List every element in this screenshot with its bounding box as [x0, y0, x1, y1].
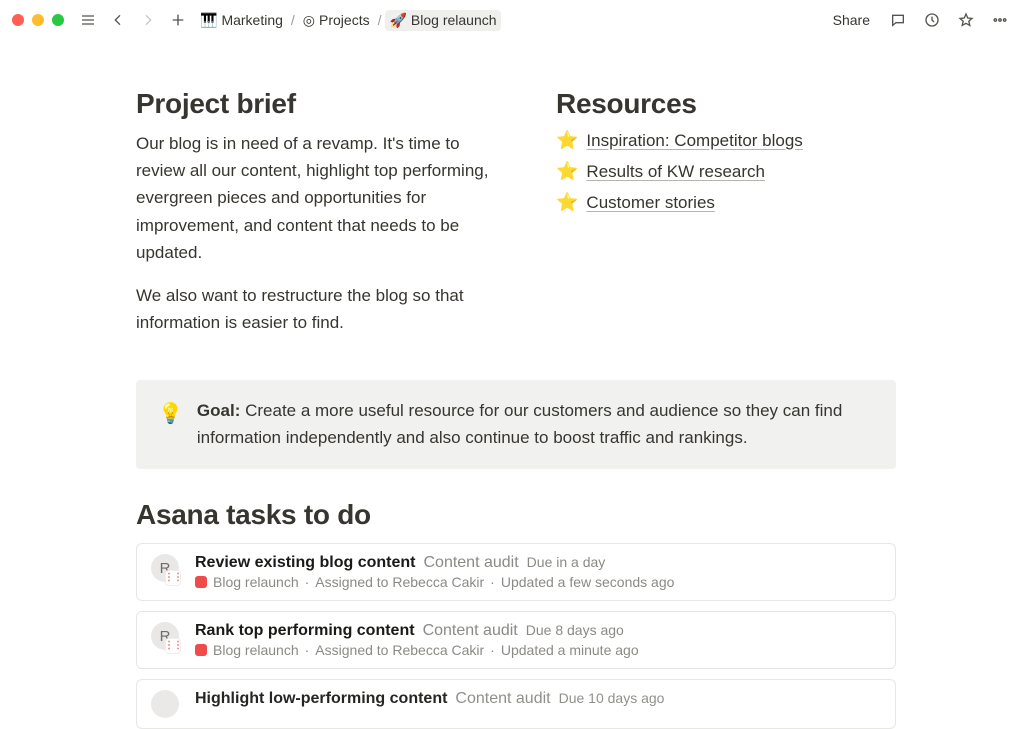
star-icon: ⭐	[556, 130, 578, 151]
favorite-icon[interactable]	[954, 8, 978, 32]
breadcrumb-marketing-icon: 🎹	[200, 12, 217, 29]
breadcrumb-current[interactable]: 🚀 Blog relaunch	[385, 10, 500, 31]
task-updated: Updated a minute ago	[501, 642, 639, 658]
task-assignee: Assigned to Rebecca Cakir	[315, 574, 484, 590]
more-icon[interactable]	[988, 8, 1012, 32]
resource-link-1[interactable]: ⭐ Inspiration: Competitor blogs	[556, 130, 896, 151]
updates-icon[interactable]	[920, 8, 944, 32]
task-assignee: Assigned to Rebecca Cakir	[315, 642, 484, 658]
task-title: Highlight low-performing content	[195, 690, 447, 708]
resource-link-1-label: Inspiration: Competitor blogs	[586, 131, 802, 151]
window-traffic-lights	[12, 14, 64, 26]
breadcrumb-projects-label: Projects	[319, 12, 370, 28]
goal-callout-text: Goal: Create a more useful resource for …	[197, 398, 874, 451]
task-section: Content audit	[423, 622, 518, 640]
breadcrumb-current-label: Blog relaunch	[411, 12, 497, 28]
goal-callout[interactable]: 💡 Goal: Create a more useful resource fo…	[136, 380, 896, 469]
nav-back-button[interactable]	[106, 8, 130, 32]
lightbulb-icon: 💡	[158, 399, 183, 451]
goal-body: Create a more useful resource for our cu…	[197, 401, 842, 446]
target-icon: ◎	[303, 12, 315, 29]
tasks-heading: Asana tasks to do	[136, 499, 896, 531]
menu-icon[interactable]	[76, 8, 100, 32]
breadcrumb-separator: /	[378, 12, 382, 28]
task-updated: Updated a few seconds ago	[501, 574, 675, 590]
assignee-avatar	[151, 690, 179, 718]
task-due: Due 10 days ago	[559, 690, 665, 706]
task-due: Due 8 days ago	[526, 622, 624, 638]
resource-link-2-label: Results of KW research	[586, 162, 765, 182]
task-section: Content audit	[455, 690, 550, 708]
task-card[interactable]: R ⋮⋮ Rank top performing content Content…	[136, 611, 896, 669]
page-content: Project brief Our blog is in need of a r…	[136, 40, 896, 729]
comments-icon[interactable]	[886, 8, 910, 32]
project-brief-column: Project brief Our blog is in need of a r…	[136, 88, 496, 352]
breadcrumb-projects[interactable]: ◎ Projects	[299, 10, 374, 31]
rocket-icon: 🚀	[389, 12, 406, 29]
breadcrumb: 🎹 Marketing / ◎ Projects / 🚀 Blog relaun…	[196, 10, 501, 31]
task-project: Blog relaunch	[213, 574, 299, 590]
task-due: Due in a day	[527, 554, 606, 570]
topbar-right: Share	[827, 8, 1012, 32]
resources-column: Resources ⭐ Inspiration: Competitor blog…	[556, 88, 896, 352]
star-icon: ⭐	[556, 192, 578, 213]
new-tab-button[interactable]	[166, 8, 190, 32]
meta-sep: ·	[490, 642, 495, 658]
project-brief-heading: Project brief	[136, 88, 496, 120]
window-minimize-button[interactable]	[32, 14, 44, 26]
star-icon: ⭐	[556, 161, 578, 182]
resources-heading: Resources	[556, 88, 896, 120]
nav-forward-button[interactable]	[136, 8, 160, 32]
task-card[interactable]: Highlight low-performing content Content…	[136, 679, 896, 729]
meta-sep: ·	[490, 574, 495, 590]
task-title: Review existing blog content	[195, 554, 415, 572]
resource-link-2[interactable]: ⭐ Results of KW research	[556, 161, 896, 182]
project-color-dot	[195, 644, 207, 656]
task-title: Rank top performing content	[195, 622, 415, 640]
meta-sep: ·	[305, 574, 310, 590]
share-button[interactable]: Share	[827, 10, 876, 30]
task-project: Blog relaunch	[213, 642, 299, 658]
project-color-dot	[195, 576, 207, 588]
asana-badge-icon: ⋮⋮	[165, 638, 181, 654]
asana-badge-icon: ⋮⋮	[165, 570, 181, 586]
task-section: Content audit	[423, 554, 518, 572]
task-card[interactable]: R ⋮⋮ Review existing blog content Conten…	[136, 543, 896, 601]
resource-link-3[interactable]: ⭐ Customer stories	[556, 192, 896, 213]
breadcrumb-marketing[interactable]: 🎹 Marketing	[196, 10, 287, 31]
meta-sep: ·	[305, 642, 310, 658]
topbar: 🎹 Marketing / ◎ Projects / 🚀 Blog relaun…	[0, 0, 1024, 40]
breadcrumb-marketing-label: Marketing	[221, 12, 282, 28]
breadcrumb-separator: /	[291, 12, 295, 28]
project-brief-para-2[interactable]: We also want to restructure the blog so …	[136, 282, 496, 336]
resource-link-3-label: Customer stories	[586, 193, 714, 213]
goal-label: Goal:	[197, 401, 240, 420]
project-brief-para-1[interactable]: Our blog is in need of a revamp. It's ti…	[136, 130, 496, 266]
window-zoom-button[interactable]	[52, 14, 64, 26]
window-close-button[interactable]	[12, 14, 24, 26]
